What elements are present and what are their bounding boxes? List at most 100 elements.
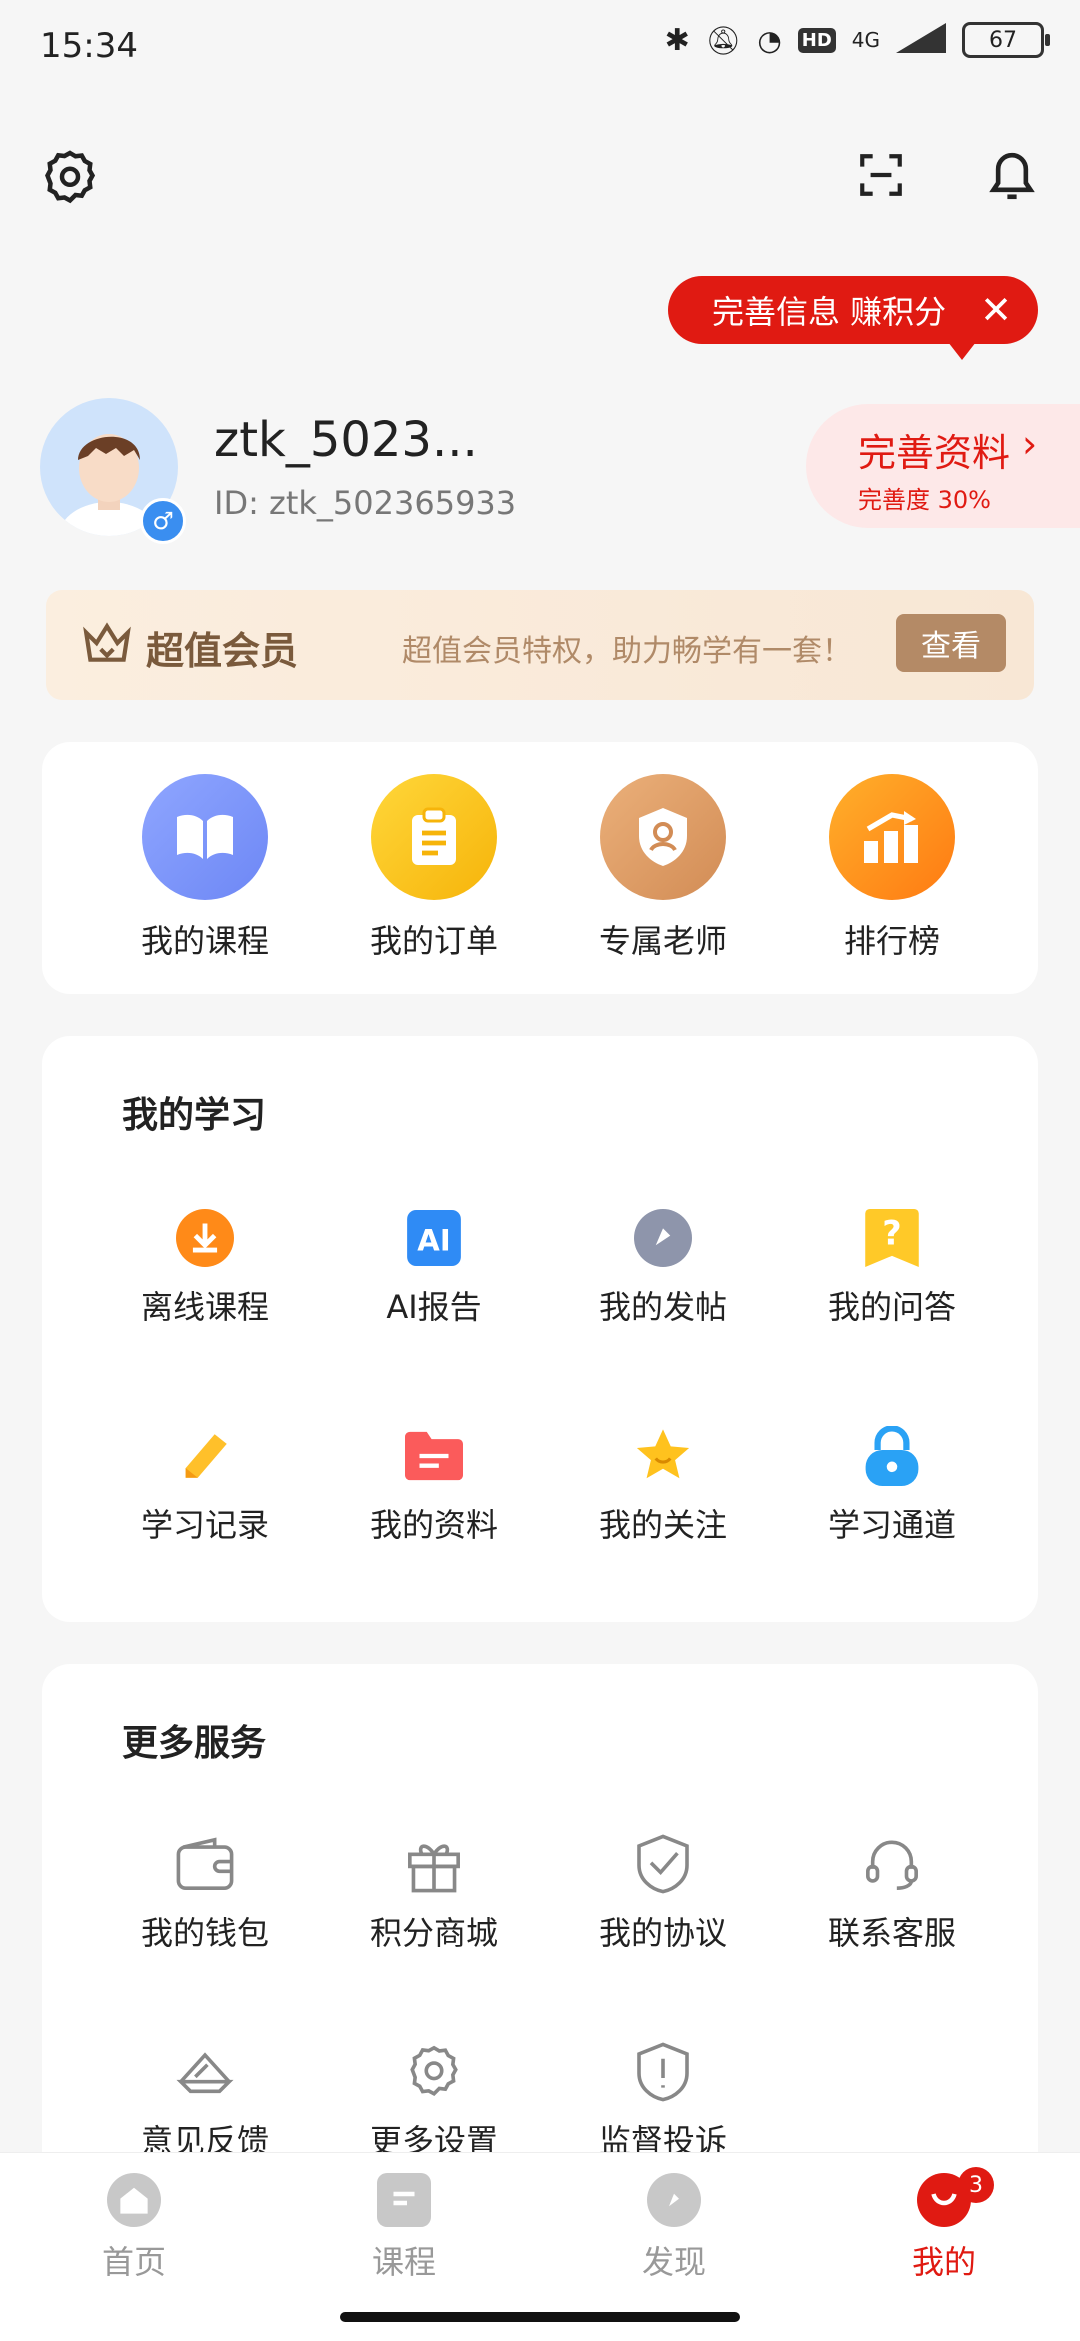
gift-icon — [402, 1832, 466, 1896]
section-title-services: 更多服务 — [122, 1723, 267, 1764]
chevron-right-icon: › — [1022, 422, 1038, 466]
quick-action-my-orders[interactable]: 我的订单 — [319, 774, 549, 962]
tab-discover[interactable]: 发现 — [574, 2173, 774, 2283]
study-item-label: 离线课程 — [140, 1288, 269, 1326]
quick-action-label: 排行榜 — [843, 922, 940, 960]
vip-banner[interactable]: 超值会员 超值会员特权，助力畅学有一套！ 查看 — [46, 590, 1034, 700]
download-icon — [173, 1206, 237, 1270]
battery-icon: 67 — [962, 22, 1050, 58]
complete-profile-button[interactable]: 完善资料 › 完善度 30% — [806, 404, 1080, 528]
discover-icon — [647, 2173, 701, 2227]
study-item-label: AI报告 — [386, 1288, 482, 1326]
shield-teacher-icon — [600, 774, 726, 900]
svg-text:?: ? — [882, 1214, 901, 1253]
settings-icon[interactable] — [40, 148, 100, 208]
service-item-wallet[interactable]: 我的钱包 — [90, 1832, 320, 1954]
bluetooth-icon: ✱ — [664, 22, 690, 58]
study-item-my-posts[interactable]: 我的发帖 — [548, 1206, 778, 1328]
tab-home[interactable]: 首页 — [34, 2173, 234, 2283]
gear-icon — [402, 2040, 466, 2104]
scan-icon[interactable] — [856, 150, 906, 200]
tab-label: 我的 — [911, 2243, 976, 2281]
service-item-label: 我的钱包 — [140, 1914, 269, 1952]
status-bar: 15:34 ✱ 🔕︎ ◔ HD 4G 67 — [0, 0, 1080, 96]
service-item-customer-service[interactable]: 联系客服 — [777, 1832, 1007, 1954]
quick-action-label: 专属老师 — [598, 922, 727, 960]
close-icon[interactable]: ✕ — [980, 288, 1012, 332]
study-item-label: 我的问答 — [827, 1288, 956, 1326]
home-indicator[interactable] — [340, 2312, 740, 2322]
ranking-icon — [829, 774, 955, 900]
study-item-my-qa[interactable]: ? 我的问答 — [777, 1206, 1007, 1328]
quick-action-my-courses[interactable]: 我的课程 — [90, 774, 320, 962]
username: ztk_5023... — [214, 412, 478, 468]
service-item-label: 积分商城 — [369, 1914, 498, 1952]
question-icon: ? — [860, 1206, 924, 1270]
section-title-study: 我的学习 — [122, 1095, 267, 1136]
shield-check-icon — [631, 1832, 695, 1896]
service-item-agreement[interactable]: 我的协议 — [548, 1832, 778, 1954]
star-icon — [631, 1424, 695, 1488]
quick-action-label: 我的课程 — [140, 922, 269, 960]
clipboard-icon — [371, 774, 497, 900]
study-item-materials[interactable]: 我的资料 — [319, 1424, 549, 1546]
ai-icon: AI — [402, 1206, 466, 1270]
study-item-records[interactable]: 学习记录 — [90, 1424, 320, 1546]
complete-info-tooltip[interactable]: 完善信息 赚积分 ✕ — [668, 276, 1038, 360]
compass-icon — [631, 1206, 695, 1270]
battery-level: 67 — [989, 27, 1017, 53]
network-label: 4G — [851, 28, 880, 52]
tab-label: 课程 — [371, 2243, 436, 2281]
service-item-more-settings[interactable]: 更多设置 — [319, 2040, 549, 2162]
crown-icon — [82, 620, 132, 670]
service-item-label: 我的协议 — [598, 1914, 727, 1952]
mute-icon: 🔕︎ — [705, 23, 742, 57]
quick-actions-card: 我的课程 我的订单 专属老师 排行榜 — [42, 742, 1038, 994]
quick-action-label: 我的订单 — [369, 922, 498, 960]
clock-icon: ◔ — [757, 23, 782, 57]
vip-desc: 超值会员特权，助力畅学有一套！ — [402, 634, 852, 669]
study-item-label: 学习通道 — [827, 1506, 956, 1544]
study-item-channel[interactable]: 学习通道 — [777, 1424, 1007, 1546]
male-icon: ♂ — [140, 498, 186, 544]
quick-action-teacher[interactable]: 专属老师 — [548, 774, 778, 962]
service-item-feedback[interactable]: 意见反馈 — [90, 2040, 320, 2162]
svg-text:AI: AI — [417, 1223, 450, 1257]
alert-shield-icon — [631, 2040, 695, 2104]
signal-icon — [896, 23, 946, 57]
tooltip-text: 完善信息 赚积分 — [712, 293, 947, 331]
study-item-label: 我的发帖 — [598, 1288, 727, 1326]
more-services-card: 更多服务 我的钱包 积分商城 我的协议 联系客服 意见反馈 更多设置 监督投诉 — [42, 1664, 1038, 2184]
wallet-icon — [173, 1832, 237, 1896]
lock-icon — [860, 1424, 924, 1488]
notification-badge: 3 — [958, 2167, 994, 2203]
tab-label: 发现 — [641, 2243, 706, 2281]
headset-icon — [860, 1832, 924, 1896]
vip-view-button[interactable]: 查看 — [896, 614, 1006, 672]
tab-courses[interactable]: 课程 — [304, 2173, 504, 2283]
tab-me[interactable]: 3 我的 — [844, 2167, 1044, 2283]
book-icon — [142, 774, 268, 900]
tab-label: 首页 — [101, 2243, 166, 2281]
home-icon — [107, 2173, 161, 2227]
service-item-points-mall[interactable]: 积分商城 — [319, 1832, 549, 1954]
vip-title: 超值会员 — [146, 629, 299, 673]
study-item-offline[interactable]: 离线课程 — [90, 1206, 320, 1328]
study-item-label: 我的资料 — [369, 1506, 498, 1544]
quick-action-ranking[interactable]: 排行榜 — [777, 774, 1007, 962]
my-study-card: 我的学习 离线课程 AI AI报告 我的发帖 ? 我的问答 学习记录 我的资料 — [42, 1036, 1038, 1622]
service-item-complaint[interactable]: 监督投诉 — [548, 2040, 778, 2162]
status-icons: ✱ 🔕︎ ◔ HD 4G 67 — [664, 22, 1050, 58]
study-item-label: 我的关注 — [598, 1506, 727, 1544]
pencil-icon — [173, 1424, 237, 1488]
folder-icon — [402, 1424, 466, 1488]
status-time: 15:34 — [40, 26, 138, 66]
complete-profile-title: 完善资料 — [858, 431, 1011, 475]
study-item-ai-report[interactable]: AI AI报告 — [319, 1206, 549, 1328]
study-item-label: 学习记录 — [140, 1506, 269, 1544]
hd-icon: HD — [797, 27, 836, 53]
service-item-label: 联系客服 — [827, 1914, 956, 1952]
study-item-follows[interactable]: 我的关注 — [548, 1424, 778, 1546]
course-icon — [377, 2173, 431, 2227]
bell-icon[interactable] — [984, 146, 1040, 206]
